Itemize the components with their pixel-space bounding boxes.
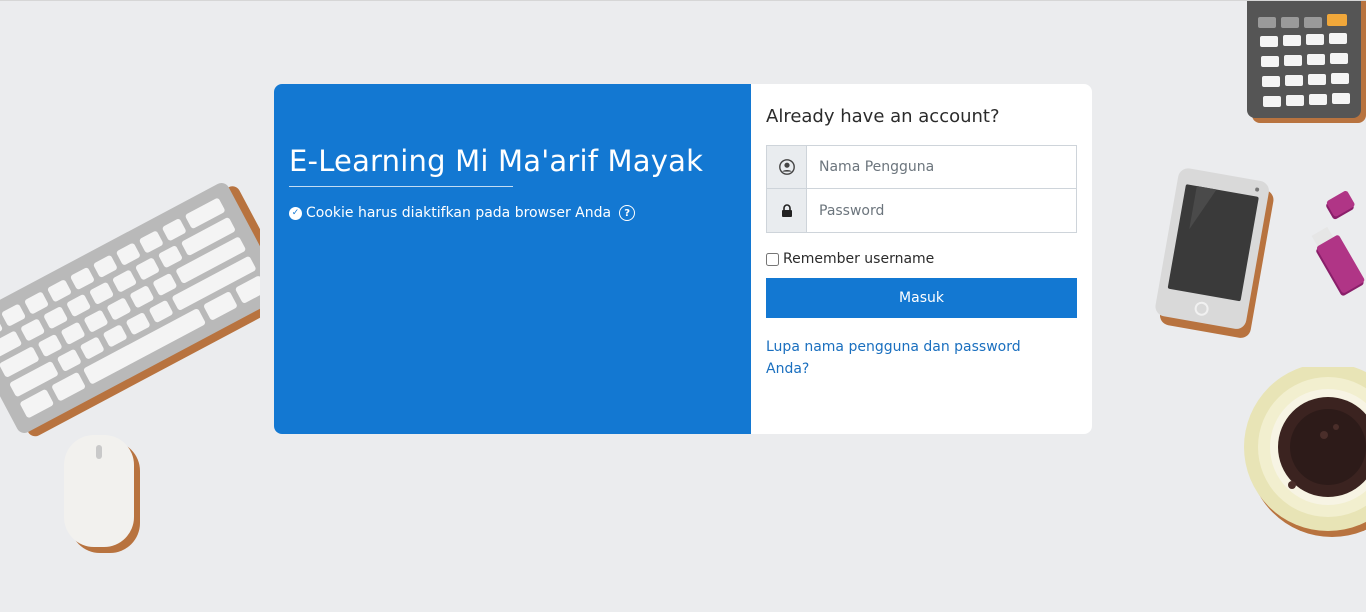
username-input[interactable]	[807, 146, 1076, 188]
cookie-notice: ✓ Cookie harus diaktifkan pada browser A…	[289, 205, 736, 221]
brand-panel: E-Learning Mi Ma'arif Mayak ✓ Cookie har…	[274, 84, 751, 434]
title-divider	[289, 186, 513, 187]
login-heading: Already have an account?	[766, 106, 1000, 127]
calculator-illustration	[1247, 1, 1366, 123]
username-group	[766, 145, 1077, 189]
login-card: E-Learning Mi Ma'arif Mayak ✓ Cookie har…	[274, 84, 1092, 434]
lock-icon	[767, 189, 807, 232]
usb-drive-illustration	[1311, 191, 1365, 296]
login-button[interactable]: Masuk	[766, 278, 1077, 318]
forgot-credentials-link[interactable]: Lupa nama pengguna dan password Anda?	[766, 336, 1066, 380]
mouse-illustration	[64, 435, 140, 553]
cookie-notice-text: Cookie harus diaktifkan pada browser And…	[306, 205, 612, 221]
check-circle-icon: ✓	[289, 206, 302, 220]
remember-username-label: Remember username	[783, 251, 935, 267]
keyboard-illustration	[0, 182, 260, 437]
remember-username[interactable]: Remember username	[766, 251, 1077, 267]
question-circle-icon[interactable]: ?	[619, 205, 636, 221]
coffee-cup-illustration	[1244, 367, 1366, 537]
remember-username-checkbox[interactable]	[766, 252, 779, 266]
password-input[interactable]	[807, 189, 1076, 232]
phone-illustration	[1155, 168, 1274, 338]
site-title: E-Learning Mi Ma'arif Mayak	[289, 144, 704, 178]
user-circle-icon	[767, 146, 807, 188]
password-group	[766, 189, 1077, 233]
login-form-panel: Already have an account? R	[751, 84, 1092, 434]
